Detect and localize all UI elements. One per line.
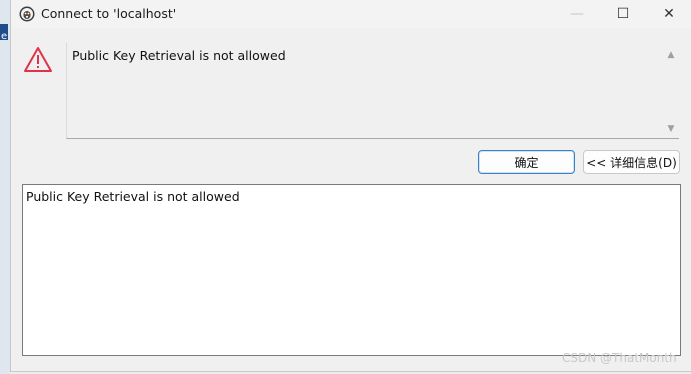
close-button[interactable]: ✕ (646, 0, 691, 28)
scroll-down-arrow-icon[interactable]: ▼ (664, 123, 678, 135)
window-title: Connect to 'localhost' (41, 6, 177, 21)
minimize-icon: — (570, 6, 584, 22)
details-button[interactable]: << 详细信息(D) (583, 150, 680, 174)
background-window-fragment: e (0, 24, 8, 42)
background-fragment-text: e (1, 31, 8, 42)
details-textarea[interactable]: Public Key Retrieval is not allowed (22, 184, 681, 356)
dialog-window: Connect to 'localhost' — ☐ ✕ Public Key … (10, 0, 691, 372)
watermark: CSDN @ThatMonth (562, 351, 677, 365)
warning-triangle-icon (24, 47, 52, 72)
details-text: Public Key Retrieval is not allowed (26, 189, 240, 204)
scroll-up-arrow-icon[interactable]: ▲ (664, 49, 678, 61)
maximize-icon: ☐ (616, 6, 630, 22)
dbeaver-app-icon (19, 6, 35, 22)
title-bar[interactable]: Connect to 'localhost' — ☐ ✕ (11, 0, 691, 28)
error-message: Public Key Retrieval is not allowed (72, 48, 286, 63)
ok-button[interactable]: 确定 (478, 150, 575, 174)
background-window (0, 0, 10, 374)
message-area[interactable]: Public Key Retrieval is not allowed ▲ ▼ (66, 43, 679, 139)
close-icon: ✕ (663, 6, 675, 22)
minimize-button[interactable]: — (554, 0, 600, 28)
maximize-button[interactable]: ☐ (600, 0, 646, 28)
